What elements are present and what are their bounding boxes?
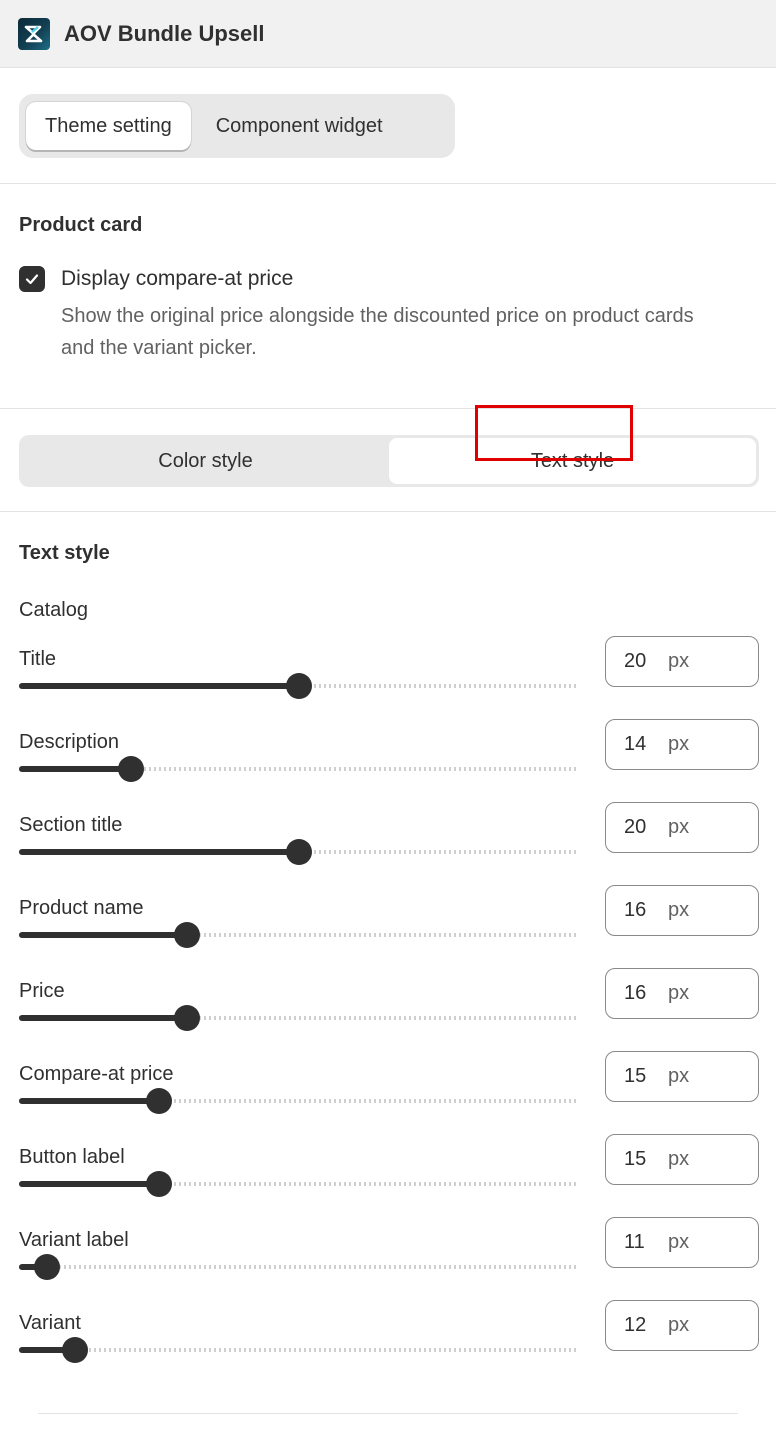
section-title-size-input[interactable]: 20 px: [605, 802, 759, 853]
tab-text-style[interactable]: Text style: [389, 438, 756, 484]
title-size-input[interactable]: 20 px: [605, 636, 759, 687]
size-value: 16: [624, 899, 647, 921]
unit-suffix: px: [668, 733, 690, 755]
app-logo-icon: [18, 17, 50, 50]
price-slider[interactable]: [19, 1005, 579, 1031]
font-size-label: Description: [19, 731, 120, 753]
size-value: 20: [624, 816, 647, 838]
product-name-slider[interactable]: [19, 922, 579, 948]
slider-fill: [19, 683, 299, 689]
variant-size-input[interactable]: 12 px: [605, 1300, 759, 1351]
compare-at-price-slider[interactable]: [19, 1088, 579, 1114]
slider-thumb[interactable]: [118, 756, 144, 782]
font-size-row-compare-at-price: Compare-at price 15 px: [19, 1051, 759, 1134]
font-size-list: Title 20 px Description 14 px Section title 20 p…: [19, 636, 759, 1383]
font-size-label: Variant: [19, 1312, 81, 1334]
font-size-row-product-name: Product name 16 px: [19, 885, 759, 968]
unit-suffix: px: [668, 1314, 690, 1336]
app-header: AOV Bundle Upsell: [0, 0, 776, 68]
compare-at-help-text: Show the original price alongside the di…: [61, 305, 694, 359]
product-name-size-input[interactable]: 16 px: [605, 885, 759, 936]
slider-fill: [19, 849, 299, 855]
slider-track: [19, 1348, 579, 1352]
font-size-label: Price: [19, 980, 65, 1002]
font-size-label: Button label: [19, 1146, 125, 1168]
font-size-row-price: Price 16 px: [19, 968, 759, 1051]
unit-suffix: px: [668, 650, 690, 672]
button-label-slider[interactable]: [19, 1171, 579, 1197]
slider-thumb[interactable]: [286, 839, 312, 865]
slider-thumb[interactable]: [174, 1005, 200, 1031]
slider-fill: [19, 766, 131, 772]
compare-at-checkbox[interactable]: [19, 266, 45, 292]
font-size-label: Variant label: [19, 1229, 129, 1251]
price-size-input[interactable]: 16 px: [605, 968, 759, 1019]
text-style-heading: Text style: [19, 542, 110, 564]
tab-component-widget[interactable]: Component widget: [197, 102, 402, 150]
tab-theme-setting[interactable]: Theme setting: [26, 102, 191, 150]
size-value: 11: [624, 1231, 645, 1253]
font-size-row-section-title: Section title 20 px: [19, 802, 759, 885]
section-title-slider[interactable]: [19, 839, 579, 865]
size-value: 20: [624, 650, 647, 672]
slider-thumb[interactable]: [146, 1171, 172, 1197]
size-value: 15: [624, 1065, 647, 1087]
font-size-label: Section title: [19, 814, 123, 836]
product-card-section: Product card Display compare-at price Sh…: [0, 184, 776, 409]
size-value: 12: [624, 1314, 647, 1336]
product-card-heading: Product card: [19, 214, 143, 236]
slider-thumb[interactable]: [146, 1088, 172, 1114]
app-title: AOV Bundle Upsell: [64, 20, 265, 46]
slider-fill: [19, 932, 187, 938]
text-style-section: Text style Catalog Title 20 px Description 1…: [0, 512, 776, 1414]
slider-thumb[interactable]: [62, 1337, 88, 1363]
slider-thumb[interactable]: [174, 922, 200, 948]
description-slider[interactable]: [19, 756, 579, 782]
slider-fill: [19, 1181, 159, 1187]
unit-suffix: px: [668, 816, 690, 838]
unit-suffix: px: [668, 982, 690, 1004]
compare-at-label: Display compare-at price: [61, 267, 294, 290]
font-size-row-button-label: Button label 15 px: [19, 1134, 759, 1217]
font-size-row-title: Title 20 px: [19, 636, 759, 719]
section-divider: [38, 1413, 738, 1414]
size-value: 14: [624, 733, 647, 755]
settings-tab-bar: Theme setting Component widget: [0, 68, 776, 184]
unit-suffix: px: [668, 1231, 690, 1253]
font-size-row-variant-label: Variant label 11 px: [19, 1217, 759, 1300]
catalog-group-label: Catalog: [19, 599, 88, 621]
variant-label-slider[interactable]: [19, 1254, 579, 1280]
description-size-input[interactable]: 14 px: [605, 719, 759, 770]
slider-thumb[interactable]: [34, 1254, 60, 1280]
style-tab-bar: Color style Text style: [0, 405, 776, 512]
font-size-label: Product name: [19, 897, 144, 919]
unit-suffix: px: [668, 1148, 690, 1170]
slider-fill: [19, 1098, 159, 1104]
size-value: 15: [624, 1148, 647, 1170]
size-value: 16: [624, 982, 647, 1004]
slider-track: [19, 1265, 579, 1269]
tab-color-style[interactable]: Color style: [22, 438, 389, 484]
unit-suffix: px: [668, 1065, 690, 1087]
variant-label-size-input[interactable]: 11 px: [605, 1217, 759, 1268]
unit-suffix: px: [668, 899, 690, 921]
font-size-label: Title: [19, 648, 57, 670]
variant-slider[interactable]: [19, 1337, 579, 1363]
title-slider[interactable]: [19, 673, 579, 699]
slider-fill: [19, 1015, 187, 1021]
font-size-row-variant: Variant 12 px: [19, 1300, 759, 1383]
button-label-size-input[interactable]: 15 px: [605, 1134, 759, 1185]
checkmark-icon: [25, 274, 39, 285]
style-segmented-control: Color style Text style: [19, 435, 759, 487]
font-size-label: Compare-at price: [19, 1063, 174, 1085]
font-size-row-description: Description 14 px: [19, 719, 759, 802]
slider-thumb[interactable]: [286, 673, 312, 699]
compare-at-option: Display compare-at price: [19, 266, 757, 292]
settings-segmented-control: Theme setting Component widget: [19, 94, 455, 158]
compare-at-price-size-input[interactable]: 15 px: [605, 1051, 759, 1102]
